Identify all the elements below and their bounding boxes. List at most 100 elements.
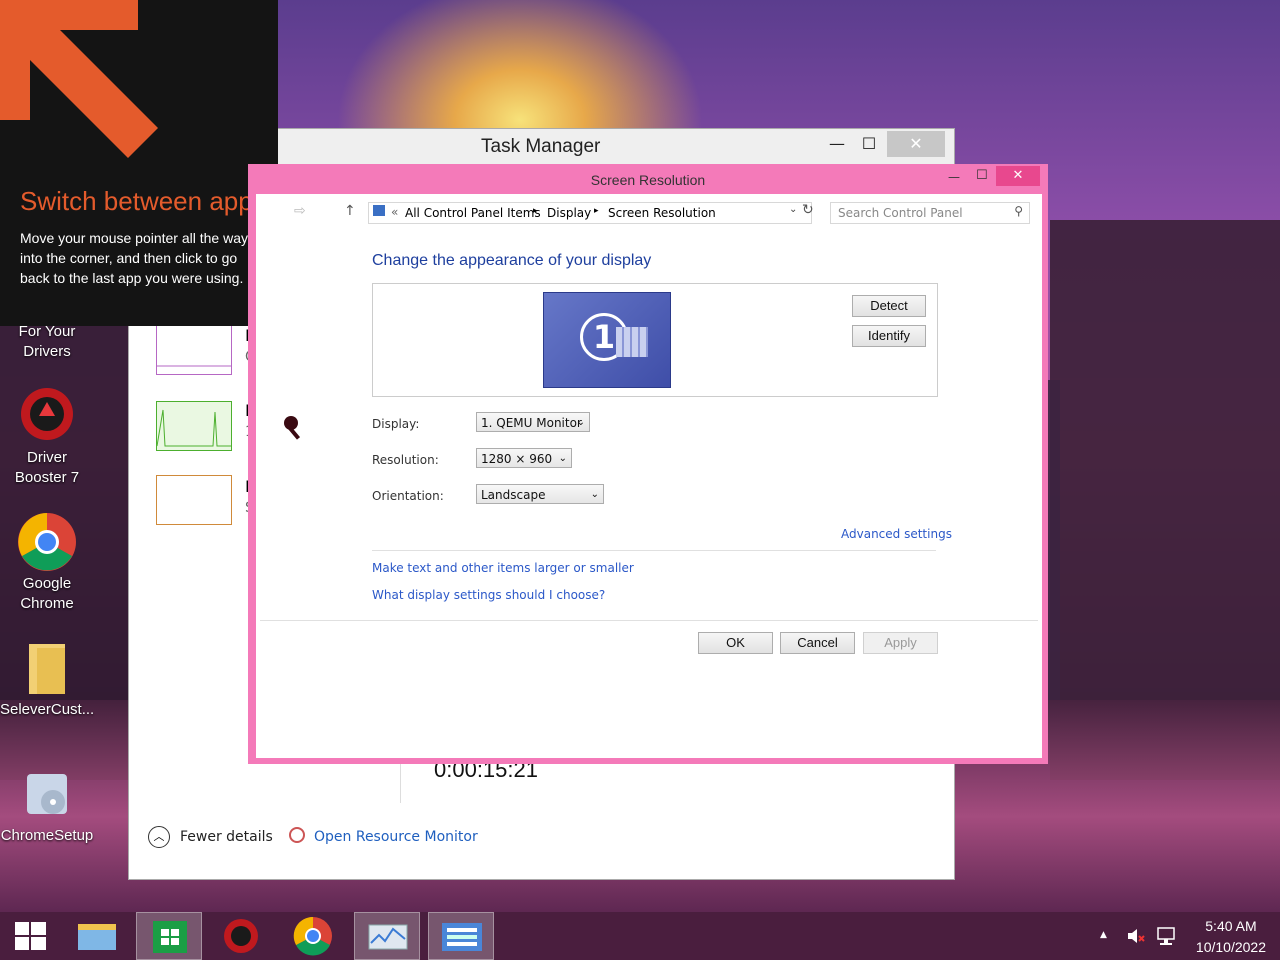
maximize-button[interactable]: ☐ bbox=[976, 168, 988, 183]
display-preview: 1 Detect Identify bbox=[372, 283, 938, 397]
detect-button[interactable]: Detect bbox=[852, 295, 926, 317]
control-panel-icon bbox=[373, 205, 385, 216]
screen-resolution-content: ⇨ ↑ « All Control Panel Items ▸ Display … bbox=[256, 194, 1042, 758]
screen-resolution-window[interactable]: Screen Resolution — ☐ ✕ ⇨ ↑ « All Contro… bbox=[248, 164, 1048, 764]
disk-graph[interactable] bbox=[156, 401, 232, 451]
orientation-label: Orientation: bbox=[372, 489, 444, 503]
maximize-button[interactable]: ☐ bbox=[855, 131, 883, 157]
ethernet-graph[interactable] bbox=[156, 475, 232, 525]
search-icon[interactable]: ⚲ bbox=[1014, 204, 1023, 218]
divider bbox=[372, 550, 936, 551]
clock-date: 10/10/2022 bbox=[1195, 939, 1266, 955]
desktop-icon-label: Booster 7 bbox=[14, 469, 80, 486]
driver-booster-icon bbox=[17, 386, 77, 446]
divider bbox=[400, 759, 401, 805]
display-select[interactable]: 1. QEMU Monitor ⌄ bbox=[476, 412, 590, 432]
window-grid-icon bbox=[616, 327, 648, 357]
open-resource-monitor-link[interactable]: Open Resource Monitor bbox=[314, 829, 478, 845]
text-size-link[interactable]: Make text and other items larger or smal… bbox=[372, 561, 634, 575]
start-button[interactable] bbox=[0, 912, 66, 960]
apply-button[interactable]: Apply bbox=[863, 632, 938, 654]
resource-monitor-icon bbox=[289, 827, 305, 843]
memory-graph[interactable] bbox=[156, 325, 232, 375]
taskbar-control-panel[interactable] bbox=[428, 912, 494, 960]
search-input[interactable]: Search Control Panel ⚲ bbox=[830, 202, 1030, 224]
breadcrumb-all-control-panel-items[interactable]: All Control Panel Items bbox=[405, 206, 541, 220]
folder-icon bbox=[78, 924, 116, 950]
breadcrumb-prefix: « bbox=[391, 205, 399, 219]
network-icon[interactable] bbox=[1155, 926, 1177, 946]
desktop-icon-google-chrome[interactable]: Google Chrome bbox=[0, 512, 94, 614]
cursor-icon bbox=[284, 416, 301, 440]
window-title: Task Manager bbox=[481, 136, 601, 157]
chevron-down-icon: ⌄ bbox=[558, 453, 567, 464]
volume-muted-icon[interactable] bbox=[1125, 926, 1145, 946]
store-icon bbox=[153, 921, 187, 953]
chevron-down-icon: ⌄ bbox=[590, 489, 599, 500]
clock-time: 5:40 AM bbox=[1205, 918, 1257, 934]
resolution-select[interactable]: 1280 × 960 ⌄ bbox=[476, 448, 572, 468]
minimize-button[interactable]: — bbox=[948, 170, 960, 184]
task-manager-footer: ︿ Fewer details Open Resource Monitor bbox=[129, 803, 954, 879]
breadcrumb-separator: ▸ bbox=[533, 206, 538, 216]
cancel-button[interactable]: Cancel bbox=[780, 632, 855, 654]
advanced-settings-link[interactable]: Advanced settings bbox=[841, 527, 952, 541]
arrow-up-left-icon bbox=[0, 0, 158, 158]
identify-button[interactable]: Identify bbox=[852, 325, 926, 347]
taskbar-file-explorer[interactable] bbox=[64, 912, 130, 960]
chevron-down-icon: ⌄ bbox=[576, 417, 585, 428]
display-help-link[interactable]: What display settings should I choose? bbox=[372, 588, 605, 602]
display-select-value: 1. QEMU Monitor bbox=[481, 416, 582, 430]
desktop-icon-drivers[interactable]: For Your Drivers bbox=[0, 322, 94, 362]
taskbar: ▲ 5:40 AM 10/10/2022 bbox=[0, 912, 1280, 960]
show-hidden-icons-button[interactable]: ▲ bbox=[1100, 930, 1107, 940]
refresh-icon[interactable]: ↻ bbox=[802, 202, 814, 218]
desktop-icon-chromesetup[interactable]: ChromeSetup bbox=[0, 764, 94, 846]
breadcrumb-screen-resolution[interactable]: Screen Resolution bbox=[608, 206, 716, 220]
minimize-button[interactable]: — bbox=[823, 131, 851, 157]
resolution-select-value: 1280 × 960 bbox=[481, 452, 553, 466]
task-manager-icon bbox=[368, 924, 408, 950]
switch-apps-tip: Switch between apps Move your mouse poin… bbox=[0, 0, 278, 326]
forward-arrow-icon[interactable]: ⇨ bbox=[294, 203, 306, 219]
address-bar[interactable]: « All Control Panel Items ▸ Display ▸ Sc… bbox=[368, 202, 812, 224]
desktop-icon-label: Drivers bbox=[23, 343, 71, 360]
chevron-up-icon[interactable]: ︿ bbox=[148, 826, 170, 848]
clock[interactable]: 5:40 AM 10/10/2022 bbox=[1196, 916, 1266, 958]
orientation-select[interactable]: Landscape ⌄ bbox=[476, 484, 604, 504]
taskbar-store[interactable] bbox=[136, 912, 202, 960]
taskbar-task-manager[interactable] bbox=[354, 912, 420, 960]
screen-resolution-titlebar[interactable]: Screen Resolution — ☐ ✕ bbox=[248, 164, 1048, 194]
desktop-icon-label: Chrome bbox=[20, 595, 74, 612]
orientation-select-value: Landscape bbox=[481, 488, 546, 502]
window-title: Screen Resolution bbox=[590, 172, 706, 188]
folder-icon bbox=[17, 638, 77, 698]
up-arrow-icon[interactable]: ↑ bbox=[344, 203, 356, 219]
desktop-icon-selevercust[interactable]: SeleverCust... bbox=[0, 638, 94, 720]
display-label: Display: bbox=[372, 417, 420, 431]
desktop-icon-label: ChromeSetup bbox=[0, 827, 94, 844]
ok-button[interactable]: OK bbox=[698, 632, 773, 654]
close-button[interactable]: ✕ bbox=[996, 166, 1040, 186]
fewer-details-link[interactable]: Fewer details bbox=[180, 829, 273, 845]
desktop-icon-label: Google bbox=[22, 575, 72, 592]
tip-body: Move your mouse pointer all the way into… bbox=[20, 230, 248, 286]
tip-title: Switch between apps bbox=[20, 186, 266, 216]
desktop-icon-driver-booster[interactable]: Driver Booster 7 bbox=[0, 386, 94, 488]
desktop-icon-label: SeleverCust... bbox=[0, 701, 95, 718]
driver-booster-icon bbox=[224, 919, 258, 953]
control-panel-icon bbox=[442, 923, 482, 951]
desktop-icon-label: Driver bbox=[27, 449, 67, 466]
search-placeholder: Search Control Panel bbox=[838, 206, 963, 220]
taskbar-driver-booster[interactable] bbox=[208, 912, 274, 960]
divider bbox=[260, 620, 1038, 621]
chrome-icon bbox=[17, 512, 77, 572]
monitor-tile[interactable]: 1 bbox=[543, 292, 671, 388]
chevron-down-icon[interactable]: ⌄ bbox=[789, 204, 797, 215]
breadcrumb-display[interactable]: Display bbox=[547, 206, 591, 220]
close-button[interactable]: ✕ bbox=[887, 131, 945, 157]
resolution-label: Resolution: bbox=[372, 453, 439, 467]
taskbar-chrome[interactable] bbox=[280, 912, 346, 960]
installer-icon bbox=[17, 764, 77, 824]
chrome-icon bbox=[293, 916, 332, 956]
